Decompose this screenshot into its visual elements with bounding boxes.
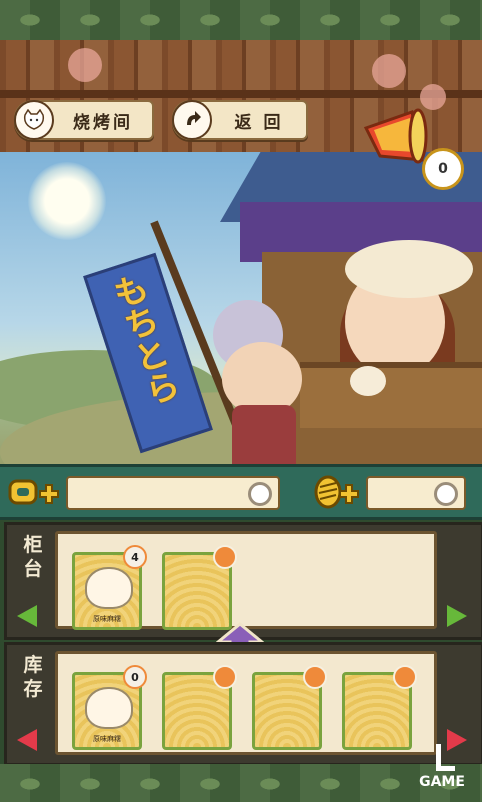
granny-body — [232, 405, 296, 465]
counter-prev-arrow[interactable] — [17, 605, 37, 627]
stock-slot-4[interactable] — [342, 665, 417, 750]
logo-mark-icon — [436, 744, 455, 771]
cat-icon — [14, 100, 54, 140]
leaf-border-top — [0, 0, 482, 40]
gold-key-add-icon[interactable] — [8, 475, 59, 509]
stock-label-line2: 存 — [23, 678, 43, 700]
notification-count-badge: 0 — [422, 148, 464, 190]
item-count-badge: 4 — [123, 545, 147, 569]
mochi-icon — [85, 567, 133, 609]
mochi-on-counter — [350, 366, 386, 396]
back-label: 返 回 — [234, 112, 284, 133]
stock-tray: 原味麻糬 0 — [55, 651, 437, 755]
roast-room-label: 烧烤间 — [73, 112, 133, 133]
sun — [28, 162, 106, 240]
back-button[interactable]: 返 回 — [172, 100, 308, 140]
stock-slot-1[interactable]: 原味麻糬 0 — [72, 665, 147, 750]
empty-slot-badge — [213, 665, 237, 689]
blossom-decoration — [372, 54, 406, 88]
leaf-border-bottom — [0, 764, 482, 802]
empty-slot-badge — [213, 545, 237, 569]
empty-slot-badge — [393, 665, 417, 689]
roast-room-button[interactable]: 烧烤间 — [14, 100, 154, 140]
game-screen: 烧烤间 返 回 もちとら 0 柜 台 原味麻糬 4 库 存 原味麻糬 0 GAM… — [0, 0, 482, 802]
return-arrow-icon — [172, 100, 212, 140]
counter-slot-1[interactable]: 原味麻糬 4 — [72, 545, 147, 630]
item-name: 原味麻糬 — [93, 615, 121, 623]
item-name: 原味麻糬 — [93, 735, 121, 743]
shopkeeper-hat — [345, 240, 473, 298]
ring-icon — [434, 482, 458, 506]
currency-bar — [0, 464, 482, 520]
game-logo: GAME — [412, 740, 472, 796]
stock-prev-arrow[interactable] — [17, 729, 37, 751]
ring-icon — [248, 482, 272, 506]
coin-amount-field — [366, 476, 466, 510]
stock-slot-2[interactable] — [162, 665, 237, 750]
item-count-badge: 0 — [123, 665, 147, 689]
blossom-decoration — [68, 48, 102, 82]
counter-label-line2: 台 — [23, 558, 43, 580]
mochi-icon — [85, 687, 133, 729]
gold-amount-field — [66, 476, 280, 510]
stock-slot-3[interactable] — [252, 665, 327, 750]
game-brand-text: GAME — [419, 774, 465, 790]
counter-next-arrow[interactable] — [447, 605, 467, 627]
counter-tray: 原味麻糬 4 — [55, 531, 437, 630]
counter-label-line1: 柜 — [23, 534, 43, 556]
stock-panel: 库 存 原味麻糬 0 — [4, 642, 482, 766]
stock-label-line1: 库 — [23, 654, 43, 676]
counter-slot-2[interactable] — [162, 545, 237, 630]
coin-add-icon[interactable] — [312, 475, 359, 509]
empty-slot-badge — [303, 665, 327, 689]
stall-counter — [300, 362, 482, 428]
